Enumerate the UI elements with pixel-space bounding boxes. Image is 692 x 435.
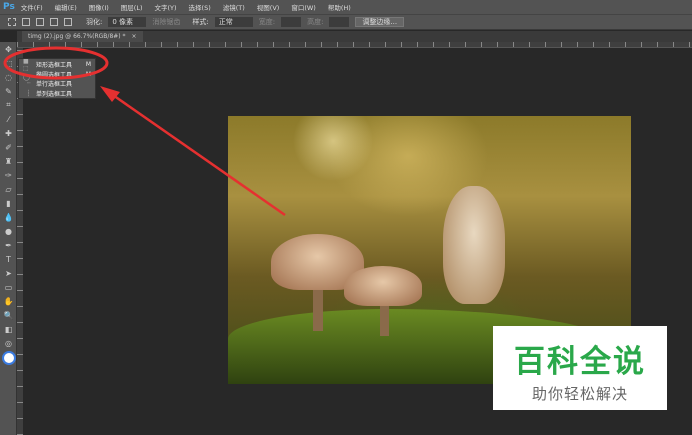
annotation-arrowhead (100, 86, 120, 102)
highlight-ellipse (3, 46, 109, 80)
annotation-arrow-line (109, 91, 286, 217)
annotation-overlay (3, 46, 286, 217)
